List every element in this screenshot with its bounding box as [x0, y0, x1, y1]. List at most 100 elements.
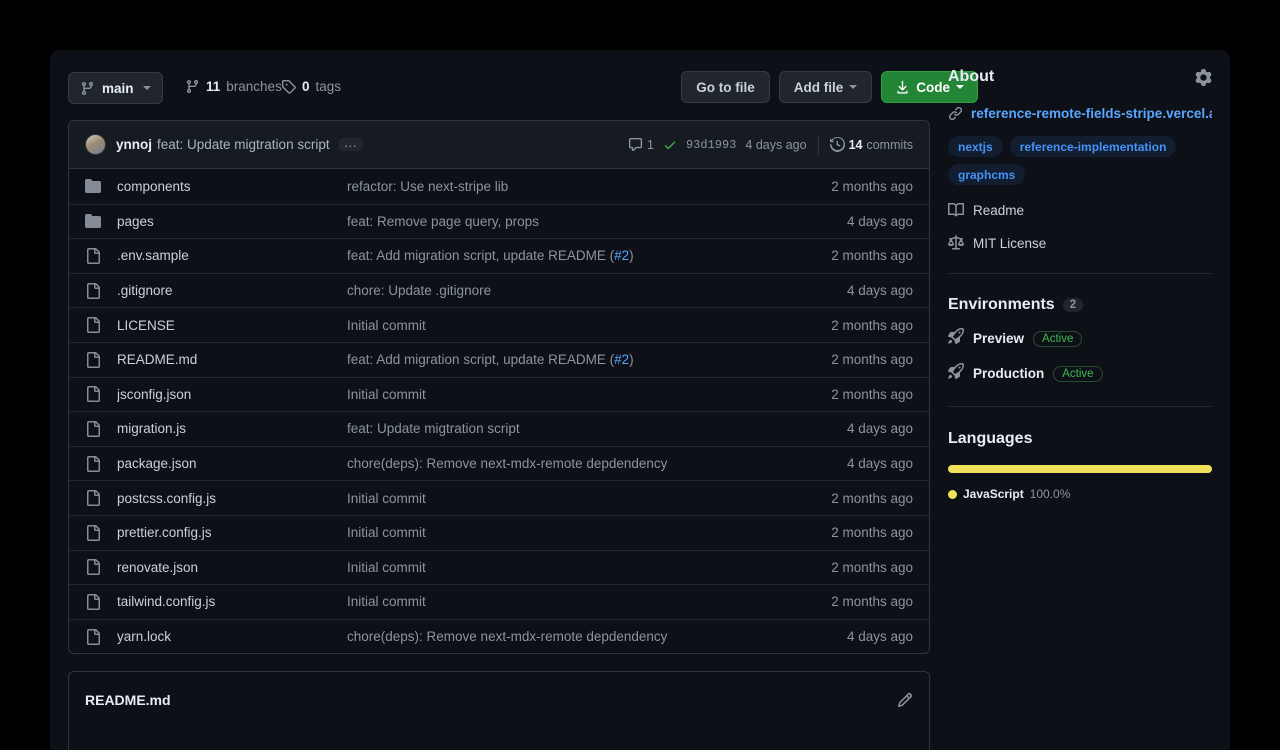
- environments-title: Environments: [948, 296, 1055, 313]
- table-row[interactable]: README.md feat: Add migration script, upd…: [69, 341, 929, 377]
- file-name[interactable]: package.json: [117, 456, 347, 471]
- table-row[interactable]: tailwind.config.js Initial commit 2 months…: [69, 584, 929, 619]
- branch-icon: [81, 81, 94, 95]
- table-row[interactable]: jsconfig.json Initial commit 2 months ago: [69, 376, 929, 412]
- commit-hash[interactable]: 93d1993: [686, 138, 736, 152]
- file-icon-wrapper: [85, 628, 101, 645]
- folder-icon-wrapper: [85, 178, 101, 194]
- table-row[interactable]: LICENSE Initial commit 2 months ago: [69, 307, 929, 342]
- table-row[interactable]: postcss.config.js Initial commit 2 months …: [69, 480, 929, 515]
- file-icon: [87, 386, 100, 403]
- table-row[interactable]: renovate.json Initial commit 2 months ago: [69, 549, 929, 585]
- file-commit-message[interactable]: feat: Remove page query, props: [347, 214, 833, 229]
- file-name[interactable]: prettier.config.js: [117, 525, 347, 540]
- gear-icon[interactable]: [1195, 68, 1212, 86]
- go-to-file-label: Go to file: [696, 79, 755, 95]
- go-to-file-button[interactable]: Go to file: [681, 71, 770, 103]
- table-row[interactable]: pages feat: Remove page query, props 4 day…: [69, 203, 929, 239]
- language-legend-item[interactable]: JavaScript 100.0%: [948, 487, 1212, 501]
- file-commit-message[interactable]: chore(deps): Remove next-mdx-remote depd…: [347, 456, 833, 471]
- table-row[interactable]: prettier.config.js Initial commit 2 months…: [69, 514, 929, 550]
- pencil-edit-icon[interactable]: [897, 692, 913, 708]
- file-commit-message[interactable]: Initial commit: [347, 491, 817, 506]
- branch-name: main: [102, 80, 134, 96]
- branches-count: 11: [206, 79, 221, 94]
- file-name[interactable]: yarn.lock: [117, 629, 347, 644]
- tags-link[interactable]: 0 tags: [281, 79, 341, 94]
- issue-link[interactable]: #2: [614, 352, 629, 367]
- commits-label: commits: [866, 137, 913, 152]
- file-icon-wrapper: [85, 247, 101, 264]
- topic-tag[interactable]: reference-implementation: [1009, 136, 1177, 157]
- language-bar-segment: [948, 465, 1212, 473]
- file-name[interactable]: migration.js: [117, 421, 347, 436]
- file-icon: [87, 282, 100, 299]
- readme-container: README.md: [68, 671, 930, 750]
- table-row[interactable]: package.json chore(deps): Remove next-mdx…: [69, 445, 929, 481]
- file-name[interactable]: renovate.json: [117, 560, 347, 575]
- file-commit-time: 2 months ago: [831, 594, 913, 610]
- table-row[interactable]: yarn.lock chore(deps): Remove next-mdx-re…: [69, 618, 929, 654]
- status-badge: Active: [1033, 330, 1083, 347]
- file-commit-message[interactable]: Initial commit: [347, 594, 817, 609]
- avatar[interactable]: [85, 134, 106, 155]
- topic-tag[interactable]: graphcms: [948, 164, 1026, 185]
- folder-icon: [85, 179, 101, 194]
- table-row[interactable]: .gitignore chore: Update .gitignore 4 days…: [69, 272, 929, 308]
- table-row[interactable]: .env.sample feat: Add migration script, u…: [69, 238, 929, 273]
- file-name[interactable]: LICENSE: [117, 318, 347, 333]
- file-name[interactable]: .env.sample: [117, 248, 347, 263]
- file-commit-message[interactable]: feat: Add migration script, update READM…: [347, 248, 817, 263]
- readme-link[interactable]: Readme: [948, 202, 1212, 218]
- file-commit-message[interactable]: Initial commit: [347, 387, 817, 402]
- rocket-icon: [947, 363, 964, 380]
- issue-link[interactable]: #2: [614, 248, 629, 263]
- commits-count: 14: [848, 137, 863, 152]
- file-commit-time: 2 months ago: [831, 248, 913, 264]
- add-file-button[interactable]: Add file: [778, 71, 873, 103]
- commit-history-link[interactable]: 14 commits: [829, 137, 913, 152]
- file-commit-time: 2 months ago: [831, 490, 913, 506]
- table-row[interactable]: migration.js feat: Update migtration scri…: [69, 411, 929, 446]
- file-name[interactable]: pages: [117, 214, 347, 229]
- file-commit-message[interactable]: Initial commit: [347, 560, 817, 575]
- file-commit-time: 2 months ago: [831, 525, 913, 541]
- file-commit-message[interactable]: Initial commit: [347, 525, 817, 540]
- file-icon-wrapper: [85, 420, 101, 437]
- license-link[interactable]: MIT License: [948, 235, 1212, 251]
- commit-message[interactable]: feat: Update migtration script: [157, 137, 330, 152]
- file-commit-message[interactable]: chore(deps): Remove next-mdx-remote depd…: [347, 629, 833, 644]
- environment-row[interactable]: Production Active: [947, 363, 1212, 384]
- file-name[interactable]: jsconfig.json: [117, 387, 347, 402]
- environment-row[interactable]: Preview Active: [947, 328, 1212, 349]
- environment-name: Preview: [973, 331, 1025, 346]
- commit-expand-button[interactable]: …: [338, 136, 364, 151]
- commit-comments[interactable]: 1: [628, 137, 654, 152]
- branch-selector-button[interactable]: main: [68, 72, 163, 104]
- topic-tag[interactable]: nextjs: [948, 136, 1003, 157]
- latest-commit-bar: ynnoj feat: Update migtration script … 1…: [69, 121, 929, 169]
- commit-author[interactable]: ynnoj: [116, 137, 152, 152]
- repository-page: main 11 branches 0 tags Go to file Add f…: [50, 50, 1230, 750]
- rocket-icon-wrapper: [947, 328, 964, 349]
- homepage-link[interactable]: reference-remote-fields-stripe.vercel.a…: [948, 106, 1212, 121]
- file-name[interactable]: components: [117, 179, 347, 194]
- table-row[interactable]: components refactor: Use next-stripe lib 2…: [69, 169, 929, 204]
- file-name[interactable]: .gitignore: [117, 283, 347, 298]
- file-name[interactable]: postcss.config.js: [117, 491, 347, 506]
- file-commit-message[interactable]: refactor: Use next-stripe lib: [347, 179, 817, 194]
- file-name[interactable]: README.md: [117, 352, 347, 367]
- file-commit-message[interactable]: feat: Update migtration script: [347, 421, 833, 436]
- branches-link[interactable]: 11 branches: [185, 79, 282, 94]
- language-name: JavaScript: [963, 487, 1024, 501]
- file-commit-time: 2 months ago: [831, 559, 913, 575]
- download-icon: [897, 80, 908, 94]
- file-commit-message[interactable]: Initial commit: [347, 318, 817, 333]
- file-commit-time: 2 months ago: [831, 352, 913, 368]
- file-commit-message[interactable]: feat: Add migration script, update READM…: [347, 352, 817, 367]
- file-icon-wrapper: [85, 282, 101, 299]
- file-name[interactable]: tailwind.config.js: [117, 594, 347, 609]
- repo-action-buttons: Go to file Add file Code: [681, 71, 978, 103]
- file-commit-message[interactable]: chore: Update .gitignore: [347, 283, 833, 298]
- divider: [948, 406, 1212, 407]
